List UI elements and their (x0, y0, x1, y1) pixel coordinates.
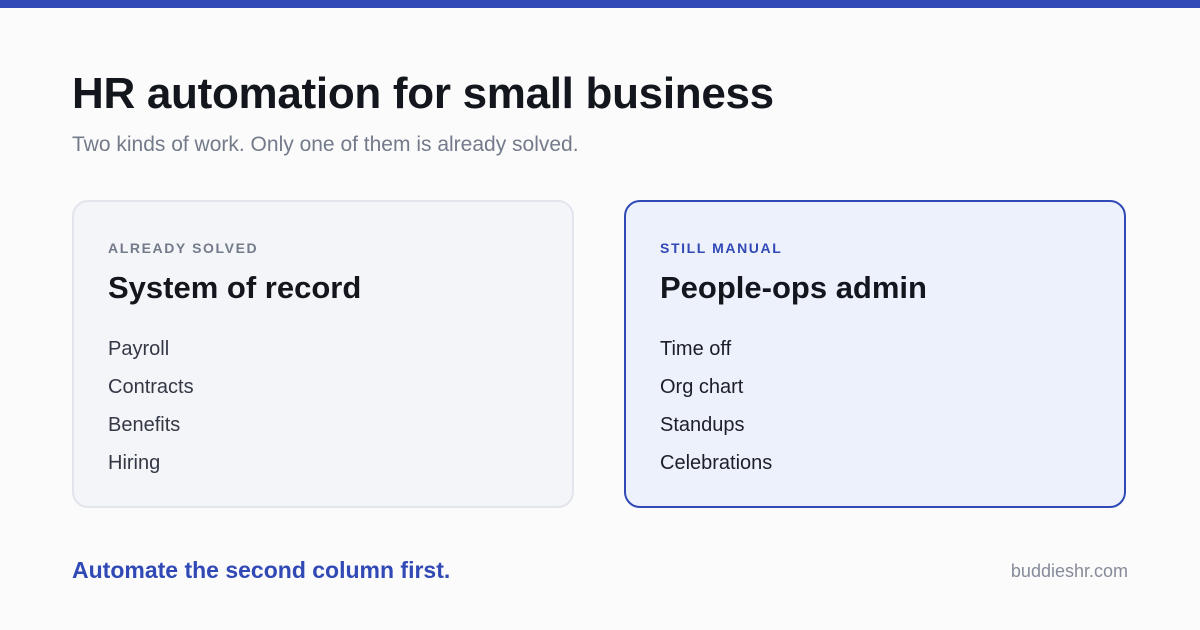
list-item: Contracts (108, 376, 194, 398)
card-eyebrow-already-solved: ALREADY SOLVED (108, 240, 259, 256)
list-item: Benefits (108, 414, 181, 436)
site-domain: buddieshr.com (1010, 561, 1128, 581)
list-item: Time off (660, 338, 732, 360)
card-people-ops-admin: STILL MANUAL People-ops admin Time off O… (624, 200, 1126, 508)
page-title: HR automation for small business (72, 69, 774, 118)
list-item: Hiring (108, 452, 161, 474)
card-system-of-record: ALREADY SOLVED System of record Payroll … (72, 200, 574, 508)
list-item: Payroll (108, 338, 170, 360)
card-title-system-of-record: System of record (108, 270, 362, 305)
card-title-people-ops-admin: People-ops admin (660, 270, 927, 305)
accent-top-bar (0, 0, 1200, 8)
item-list-system-of-record: Payroll Contracts Benefits Hiring (108, 330, 194, 482)
item-list-people-ops-admin: Time off Org chart Standups Celebrations (660, 330, 772, 482)
page-subtitle: Two kinds of work. Only one of them is a… (72, 133, 579, 156)
list-item: Celebrations (660, 452, 773, 474)
card-eyebrow-still-manual: STILL MANUAL (660, 240, 783, 256)
list-item: Standups (660, 414, 745, 436)
list-item: Org chart (660, 376, 744, 398)
cta-text: Automate the second column first. (72, 557, 451, 583)
